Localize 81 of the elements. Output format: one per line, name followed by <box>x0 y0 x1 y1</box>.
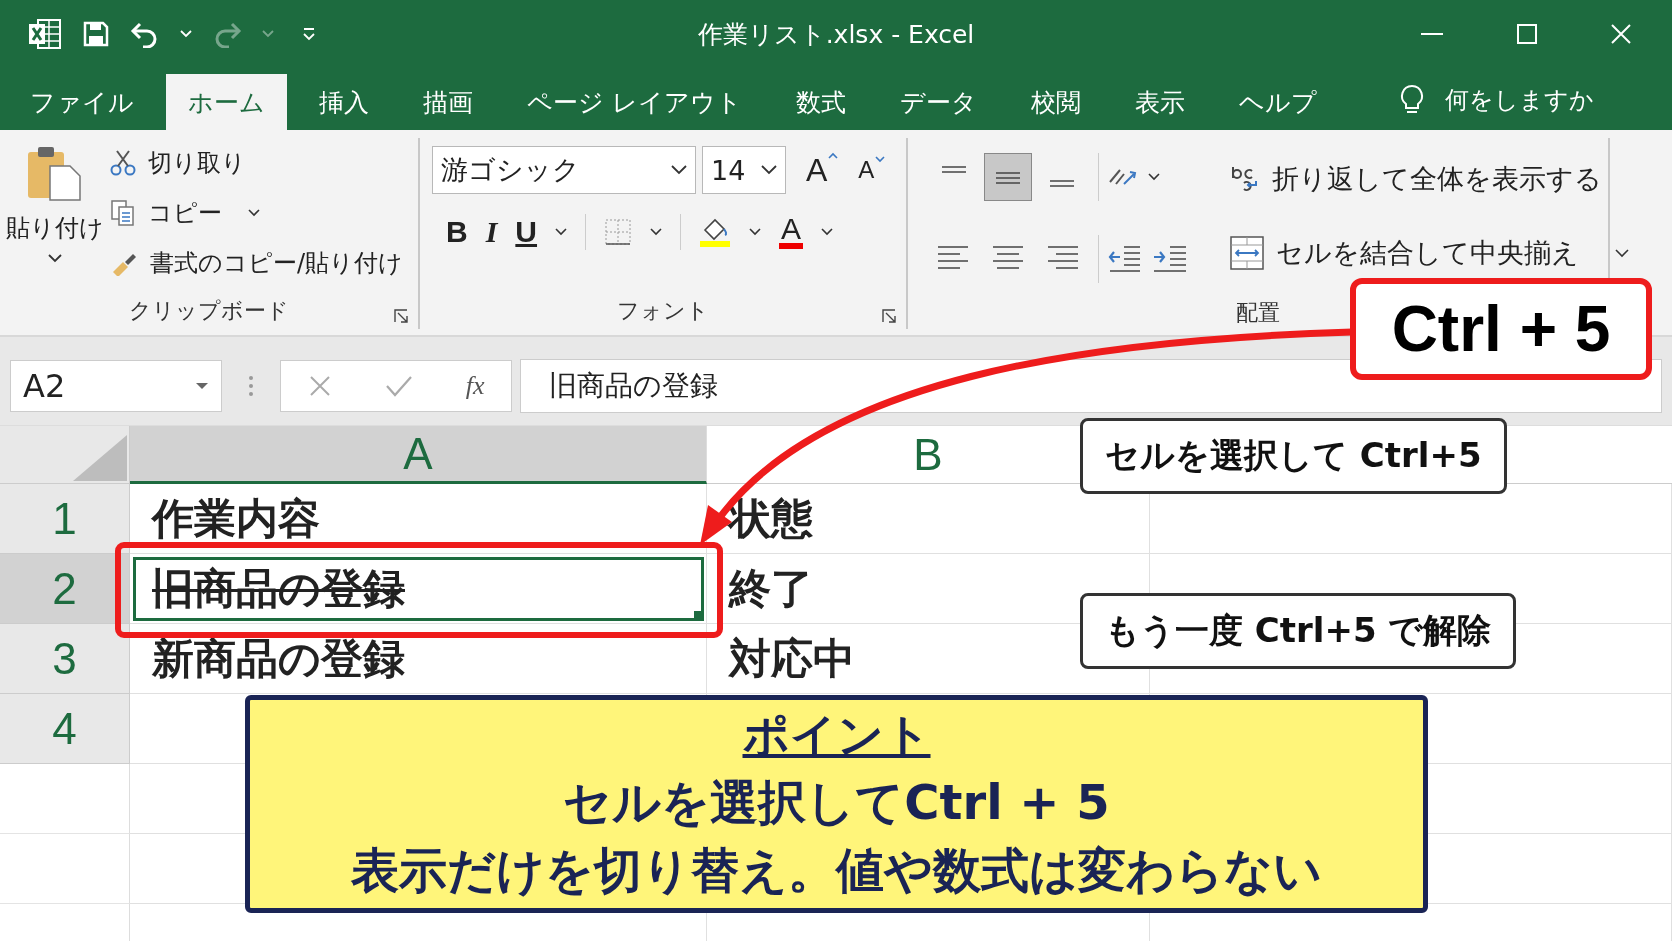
group-label: クリップボード <box>129 297 289 325</box>
ribbon-tab[interactable]: ページ レイアウト <box>505 74 764 130</box>
caret-icon[interactable] <box>1148 173 1160 181</box>
point-text: セルを選択してCtrl + 5 <box>563 773 1110 832</box>
row-header[interactable]: 3 <box>0 624 130 694</box>
caret-icon[interactable] <box>555 228 568 236</box>
dialog-launcher-icon[interactable] <box>394 309 408 323</box>
caret-icon[interactable] <box>821 228 834 236</box>
ribbon-tab[interactable]: ヘルプ <box>1216 74 1339 130</box>
ribbon-tab[interactable]: ファイル <box>8 74 156 130</box>
caret-icon <box>671 165 687 175</box>
point-title: ポイント <box>742 707 931 764</box>
cell-text: 新商品の登録 <box>152 632 405 685</box>
save-icon[interactable] <box>82 20 110 48</box>
point-text: 表示だけを切り替え。値や数式は変わらない <box>351 841 1322 900</box>
font-name-field[interactable]: 游ゴシック <box>432 146 696 194</box>
ribbon-tab[interactable]: 挿入 <box>297 74 391 130</box>
caret-icon <box>761 165 777 175</box>
drag-handle-icon[interactable] <box>248 375 254 397</box>
cell-text: 終了 <box>729 562 813 615</box>
bold-button[interactable]: B <box>446 215 468 249</box>
decrease-indent-icon[interactable] <box>1106 243 1142 275</box>
ribbon-tab[interactable]: 表示 <box>1112 74 1207 130</box>
fill-color-icon[interactable] <box>699 216 732 248</box>
font-size-field[interactable]: 14 <box>702 146 786 194</box>
ribbon-tab[interactable]: 校閲 <box>1008 74 1103 130</box>
cell-text: 作業内容 <box>152 492 320 545</box>
window-title: 作業リスト.xlsx - Excel <box>697 18 975 51</box>
check-icon[interactable] <box>384 374 413 398</box>
row-header[interactable]: 1 <box>0 484 130 554</box>
ribbon-tab[interactable]: データ <box>877 74 999 130</box>
fill-handle[interactable] <box>694 611 702 619</box>
maximize-icon[interactable] <box>1516 23 1538 45</box>
caret-icon[interactable] <box>650 228 663 236</box>
cell-text: 旧商品の登録 <box>152 562 405 615</box>
caret-up-icon <box>828 151 839 159</box>
vertical-align-icon[interactable] <box>984 153 1032 201</box>
lightbulb-icon[interactable] <box>1398 84 1425 116</box>
group-label: フォント <box>617 297 709 325</box>
copy-icon <box>110 199 136 227</box>
paste-button[interactable]: 貼り付け <box>0 138 110 293</box>
callout-tooltip: セルを選択して Ctrl+5 <box>1080 418 1507 494</box>
format-painter-button[interactable]: 書式のコピー/貼り付け <box>110 242 404 284</box>
caret-icon <box>1615 248 1629 258</box>
font-color-button[interactable]: A <box>779 215 804 249</box>
customize-icon[interactable] <box>302 27 316 41</box>
close-icon[interactable] <box>1610 23 1632 45</box>
group-label: 配置 <box>1236 298 1280 327</box>
clipboard-icon <box>26 144 84 202</box>
copy-button[interactable]: コピー <box>110 192 404 234</box>
decrease-font-size-button[interactable]: A <box>858 156 886 184</box>
borders-icon[interactable] <box>604 218 633 246</box>
row-header[interactable]: 4 <box>0 694 130 764</box>
shortcut-tooltip: Ctrl + 5 <box>1350 278 1652 380</box>
cut-button[interactable]: 切り取り <box>110 142 404 184</box>
name-box[interactable]: A2 <box>10 360 222 412</box>
ribbon-tab[interactable]: 描画 <box>401 74 495 130</box>
caret-down-icon <box>875 156 886 163</box>
excel-logo-icon[interactable] <box>28 18 62 50</box>
caret-icon[interactable] <box>749 228 762 236</box>
increase-indent-icon[interactable] <box>1152 243 1188 275</box>
dialog-launcher-icon[interactable] <box>882 309 896 323</box>
callout-tooltip: もう一度 Ctrl+5 で解除 <box>1080 593 1517 669</box>
cell-text: 状態 <box>729 492 813 545</box>
italic-button[interactable]: I <box>485 215 498 249</box>
underline-button[interactable]: U <box>515 215 538 249</box>
scissors-icon <box>110 149 136 177</box>
tell-me-search[interactable]: 何をしますか <box>1444 84 1594 130</box>
caret-icon <box>248 209 260 217</box>
caret-icon <box>195 382 209 390</box>
ribbon-tab[interactable]: ホーム <box>166 74 287 130</box>
insert-function-button[interactable]: fx <box>465 371 485 401</box>
row-header[interactable]: 2 <box>0 554 130 624</box>
merge-center-button[interactable]: セルを結合して中央揃え <box>1230 228 1629 278</box>
increase-font-size-button[interactable]: A <box>806 151 839 189</box>
cell-text: 対応中 <box>729 632 855 685</box>
caret-icon <box>48 254 62 263</box>
ribbon-tab[interactable]: 数式 <box>773 74 868 130</box>
column-header[interactable]: A <box>130 426 707 484</box>
wrap-text-button[interactable]: 折り返して全体を表示する <box>1230 154 1629 204</box>
merge-cells-icon <box>1230 236 1264 270</box>
